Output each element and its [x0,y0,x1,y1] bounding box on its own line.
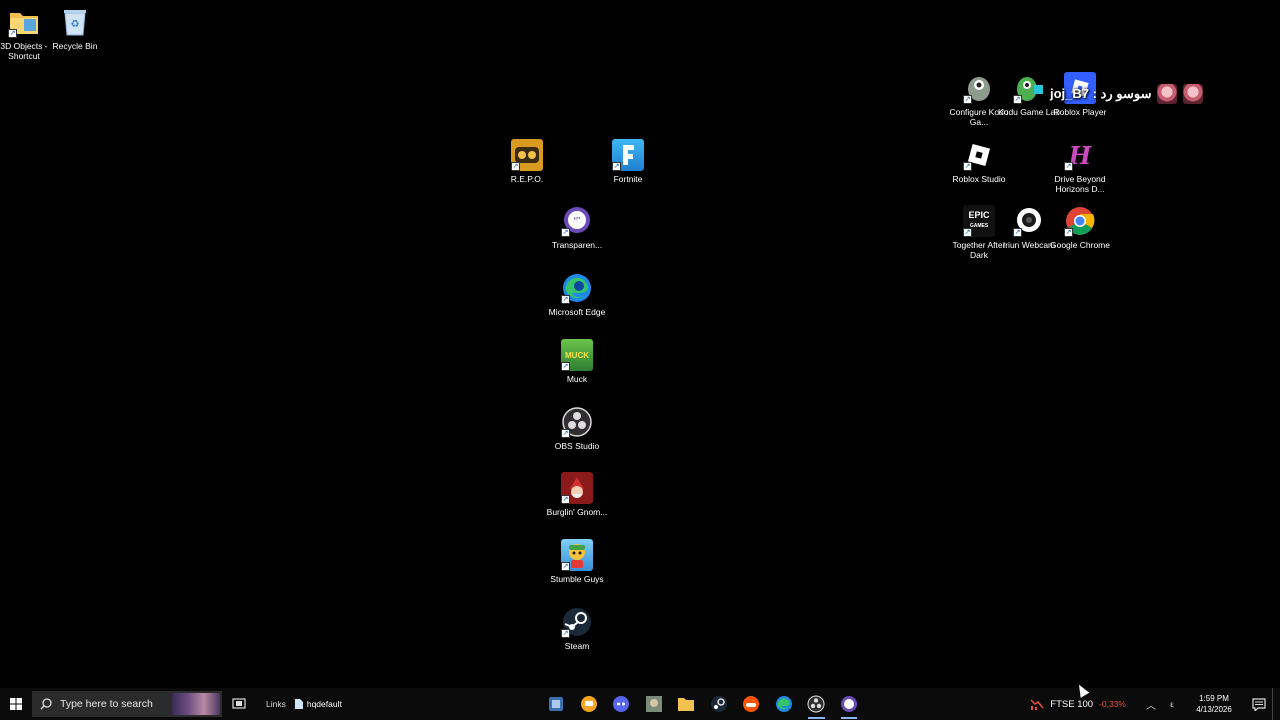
kodu-icon: ↗ [1013,72,1045,104]
steam-icon: ↗ [561,606,593,638]
chat-bubble-icon [840,696,857,712]
chat-icon [580,696,597,712]
fortnite-icon: ↗ [612,139,644,171]
svg-text:♻: ♻ [71,19,80,30]
desktop-icon-recycle-bin[interactable]: ♻ Recycle Bin [45,6,105,51]
desktop-icon-stumble[interactable]: ↗ Stumble Guys [547,539,607,584]
icon-label: Burglin' Gnom... [546,507,608,517]
kodu-config-icon: ↗ [963,72,995,104]
file-explorer-icon [678,698,695,711]
icon-label: Steam [564,641,590,651]
hqdefault-label: hqdefault [306,699,342,709]
stumble-guys-icon: ↗ [561,539,593,571]
desktop-icon-transparent[interactable]: “” ↗ Transparen... [547,205,607,250]
search-highlight-image [172,693,220,715]
language-indicator[interactable]: ε [1162,700,1182,709]
notification-center-button[interactable] [1246,697,1272,711]
discord-icon [613,696,630,712]
system-tray: FTSE 100 -0,33% ︿ ε 1:59 PM 4/13/2026 [1030,688,1280,720]
desktop-icon-edge[interactable]: ↗ Microsoft Edge [547,272,607,317]
links-toolbar[interactable]: Links [266,699,286,709]
stock-chart-icon [1030,699,1044,710]
taskbar-app-chat[interactable] [573,688,606,720]
show-hidden-icons-button[interactable]: ︿ [1140,697,1162,712]
muck-icon: MUCK ↗ [561,339,593,371]
steam-icon [710,696,727,712]
chrome-icon: ↗ [1064,205,1096,237]
desktop-icon-chrome[interactable]: ↗ Google Chrome [1050,205,1110,250]
task-view-button[interactable] [222,688,256,720]
taskbar-app-edge[interactable] [768,688,801,720]
webcam-icon: ↗ [1013,205,1045,237]
taskbar-app-thumbnail[interactable] [638,688,671,720]
icon-label: Stumble Guys [550,574,604,584]
recycle-bin-icon: ♻ [59,6,91,38]
search-icon [40,698,52,710]
outlook-icon [549,697,564,711]
edge-icon: ↗ [561,272,593,304]
desktop-icon-roblox-studio[interactable]: ↗ Roblox Studio [949,139,1009,184]
icon-label: R.E.P.O. [510,174,544,184]
start-button[interactable] [0,688,32,720]
drive-beyond-icon: H ↗ [1064,140,1092,171]
taskbar-app-steam[interactable] [703,688,736,720]
icon-label: Fortnite [613,174,643,184]
icon-label: Transparen... [551,240,603,250]
taskbar-app-soundcloud[interactable] [735,688,768,720]
repo-game-icon: ↗ [511,139,543,171]
clock[interactable]: 1:59 PM 4/13/2026 [1182,693,1246,715]
app-thumb-icon [645,696,662,712]
show-desktop-button[interactable] [1272,688,1280,720]
icon-label: Recycle Bin [52,41,98,51]
stock-symbol: FTSE 100 [1050,698,1094,710]
file-icon [294,699,303,709]
notification-icon [1252,697,1266,711]
taskbar-app-transparent[interactable] [833,688,866,720]
icon-label: Drive Beyond Horizons D... [1054,174,1106,194]
icon-label: Roblox Player [1053,107,1107,117]
icon-label: Microsoft Edge [548,307,606,317]
hqdefault-link[interactable]: hqdefault [294,699,342,709]
icon-label: OBS Studio [554,441,600,451]
taskbar-app-file-explorer[interactable] [670,688,703,720]
search-placeholder: Type here to search [60,698,153,710]
avatar [1183,84,1204,104]
taskbar-app-obs[interactable] [800,688,833,720]
chat-message: joj_B7 : سوسو رد [1050,86,1152,101]
desktop: ↗ 3D Objects - Shortcut ♻ Recycle Bin ↗ … [0,0,1280,688]
obs-icon [807,695,825,713]
windows-icon [10,698,22,710]
edge-icon [775,696,792,712]
roblox-studio-icon: ↗ [963,139,995,171]
search-box[interactable]: Type here to search [32,691,222,717]
stock-change: -0,33% [1099,699,1126,709]
obs-icon: ↗ [561,406,593,438]
soundcloud-icon [743,696,760,712]
desktop-icon-repo[interactable]: ↗ R.E.P.O. [497,139,557,184]
desktop-icon-fortnite[interactable]: ↗ Fortnite [598,139,658,184]
task-view-icon [232,698,246,709]
stream-chat-overlay: joj_B7 : سوسو رد [1050,84,1204,104]
chat-bubble-icon: “” ↗ [561,205,593,237]
epic-games-icon: EPIC GAMES ↗ [963,205,995,237]
desktop-icon-steam[interactable]: ↗ Steam [547,606,607,651]
desktop-icon-drive-beyond[interactable]: H ↗ Drive Beyond Horizons D... [1050,139,1110,195]
desktop-icon-muck[interactable]: MUCK ↗ Muck [547,339,607,384]
icon-label: Muck [566,374,588,384]
stock-widget[interactable]: FTSE 100 -0,33% [1030,698,1126,710]
icon-label: Google Chrome [1049,240,1110,250]
folder-icon: ↗ [8,6,40,38]
desktop-icon-obs[interactable]: ↗ OBS Studio [547,406,607,451]
taskbar-app-outlook[interactable] [540,688,573,720]
chevron-up-icon: ︿ [1146,700,1156,712]
time: 1:59 PM [1199,694,1229,703]
gnome-icon: ↗ [561,472,593,504]
icon-label: Roblox Studio [952,174,1006,184]
avatar [1157,84,1178,104]
taskbar-app-discord[interactable] [605,688,638,720]
pinned-apps [540,688,865,720]
desktop-icon-burglin[interactable]: ↗ Burglin' Gnom... [547,472,607,517]
svg-text:“”: “” [574,216,581,227]
date: 4/13/2026 [1196,705,1232,714]
